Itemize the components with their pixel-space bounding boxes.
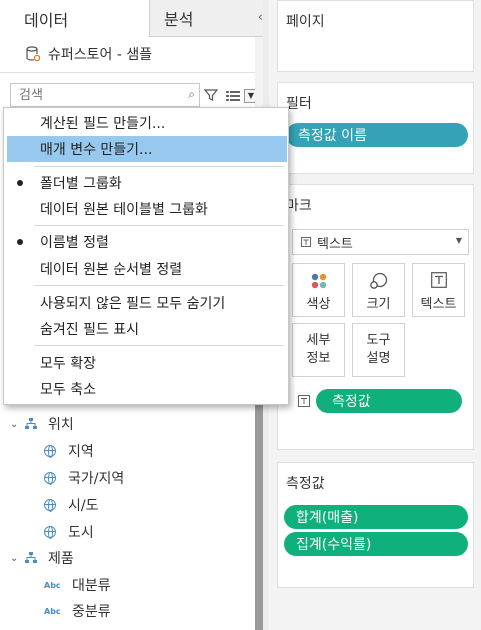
tooltip-label-line1: 도구 <box>366 333 391 348</box>
menu-separator <box>34 166 284 167</box>
shelves-area: 페이지 필터 측정값 이름 마크 텍스트 ▼ 색상 크기 텍스트 세부 정보 도… <box>269 0 481 630</box>
filters-shelf[interactable]: 필터 측정값 이름 <box>277 82 474 174</box>
menu-item-create-parameter[interactable]: 매개 변수 만들기... <box>7 136 287 162</box>
menu-item-group-by-folder[interactable]: 폴더별 그룹화 <box>5 170 287 196</box>
datasource-name: 슈퍼스토어 - 샘플 <box>48 47 153 63</box>
hierarchy-icon <box>25 418 37 429</box>
menu-item-hide-unused-fields[interactable]: 사용되지 않은 필드 모두 숨기기 <box>5 290 287 316</box>
tree-row-subcategory[interactable]: Abc 중분류 <box>44 599 111 623</box>
menu-separator <box>34 225 284 226</box>
text-label: 텍스트 <box>420 297 457 312</box>
datasource-icon <box>26 46 40 62</box>
measure-pill-agg-profit-ratio[interactable]: 집계(수익률) <box>284 532 468 556</box>
menu-item-label: 폴더별 그룹화 <box>40 176 122 192</box>
color-button[interactable]: 색상 <box>292 263 345 317</box>
tree-label: 국가/지역 <box>68 471 125 487</box>
globe-icon <box>44 499 56 512</box>
tab-data[interactable]: 데이터 <box>0 0 150 37</box>
text-icon <box>430 272 447 288</box>
menu-item-group-by-table[interactable]: 데이터 원본 테이블별 그룹화 <box>5 196 287 222</box>
tree-label: 도시 <box>68 525 94 541</box>
checked-bullet-icon <box>17 239 23 245</box>
tree-row-city[interactable]: 시/도 <box>44 493 98 517</box>
marks-card: 마크 텍스트 ▼ 색상 크기 텍스트 세부 정보 도구 설명 측정값 <box>277 184 474 450</box>
menu-item-label: 이름별 정렬 <box>40 235 109 251</box>
mark-type-label: 텍스트 <box>317 236 353 252</box>
menu-item-create-calculated-field[interactable]: 계산된 필드 만들기... <box>5 110 287 136</box>
tree-row-location[interactable]: ⌄ 위치 <box>10 412 74 436</box>
pages-shelf[interactable]: 페이지 <box>277 0 474 72</box>
menu-item-collapse-all[interactable]: 모두 축소 <box>5 376 287 402</box>
tab-analysis[interactable]: 분석 ‹ <box>150 0 269 37</box>
search-input[interactable] <box>11 84 171 107</box>
globe-icon <box>44 445 56 458</box>
hierarchy-icon <box>25 552 37 563</box>
menu-item-sort-by-source-order[interactable]: 데이터 원본 순서별 정렬 <box>5 256 287 282</box>
detail-label-line1: 세부 <box>306 333 331 348</box>
tree-row-region[interactable]: 지역 <box>44 439 94 463</box>
size-button[interactable]: 크기 <box>352 263 405 317</box>
detail-label-line2: 정보 <box>306 351 331 366</box>
measure-values-title: 측정값 <box>286 476 325 492</box>
filters-title: 필터 <box>286 96 312 112</box>
scrollbar-thumb[interactable] <box>255 387 263 630</box>
color-label: 색상 <box>306 297 331 312</box>
size-label: 크기 <box>366 297 391 312</box>
mark-type-select[interactable]: 텍스트 ▼ <box>292 229 469 255</box>
view-list-icon[interactable] <box>226 90 240 102</box>
divider <box>0 72 269 73</box>
checked-bullet-icon <box>17 180 23 186</box>
tab-analysis-label: 분석 <box>164 10 194 29</box>
text-mark-icon <box>298 395 310 407</box>
menu-item-sort-by-name[interactable]: 이름별 정렬 <box>5 229 287 255</box>
menu-separator <box>34 285 284 286</box>
filter-icon[interactable] <box>204 88 218 102</box>
tree-row-country[interactable]: 국가/지역 <box>44 466 124 490</box>
tableau-workspace: 데이터 분석 ‹ 슈퍼스토어 - 샘플 ⌕ <box>0 0 481 630</box>
detail-button[interactable]: 세부 정보 <box>292 323 345 377</box>
menu-item-show-hidden-fields[interactable]: 숨겨진 필드 표시 <box>5 316 287 342</box>
chevron-down-icon[interactable]: ⌄ <box>10 419 24 430</box>
pane-tabs: 데이터 분석 ‹ <box>0 0 269 37</box>
tree-row-town[interactable]: 도시 <box>44 520 94 544</box>
text-button[interactable]: 텍스트 <box>412 263 465 317</box>
pages-title: 페이지 <box>286 14 325 30</box>
tree-row-product[interactable]: ⌄ 제품 <box>10 546 74 570</box>
measure-pill-sum-sales[interactable]: 합계(매출) <box>284 505 468 529</box>
tooltip-button[interactable]: 도구 설명 <box>352 323 405 377</box>
tree-label: 대분류 <box>72 578 111 594</box>
tree-label: 지역 <box>68 444 94 460</box>
tree-label: 중분류 <box>72 604 111 620</box>
filter-pill-measure-names[interactable]: 측정값 이름 <box>286 123 468 147</box>
search-icon[interactable]: ⌕ <box>188 87 195 102</box>
tooltip-label-line2: 설명 <box>366 351 391 366</box>
measure-values-shelf[interactable]: 측정값 합계(매출) 집계(수익률) <box>277 462 474 588</box>
globe-icon <box>44 526 56 539</box>
tree-label: 시/도 <box>68 498 99 514</box>
tree-row-category[interactable]: Abc 대분류 <box>44 573 111 597</box>
marks-title: 마크 <box>286 198 312 214</box>
string-type-icon: Abc <box>44 606 61 616</box>
text-mark-icon <box>301 237 311 247</box>
text-pill-measure-values[interactable]: 측정값 <box>316 389 462 413</box>
chevron-down-icon[interactable]: ⌄ <box>10 553 24 564</box>
color-icon <box>311 273 326 289</box>
globe-icon <box>44 472 56 485</box>
menu-item-expand-all[interactable]: 모두 확장 <box>5 350 287 376</box>
context-menu: 계산된 필드 만들기... 매개 변수 만들기... 폴더별 그룹화 데이터 원… <box>3 107 289 405</box>
size-icon <box>369 272 387 289</box>
tree-label: 위치 <box>48 417 74 433</box>
search-box: ⌕ <box>10 83 200 107</box>
menu-separator <box>34 345 284 346</box>
chevron-down-icon: ▼ <box>455 236 462 245</box>
datasource-item[interactable]: 슈퍼스토어 - 샘플 <box>26 44 152 64</box>
string-type-icon: Abc <box>44 580 61 590</box>
tree-label: 제품 <box>48 551 74 567</box>
